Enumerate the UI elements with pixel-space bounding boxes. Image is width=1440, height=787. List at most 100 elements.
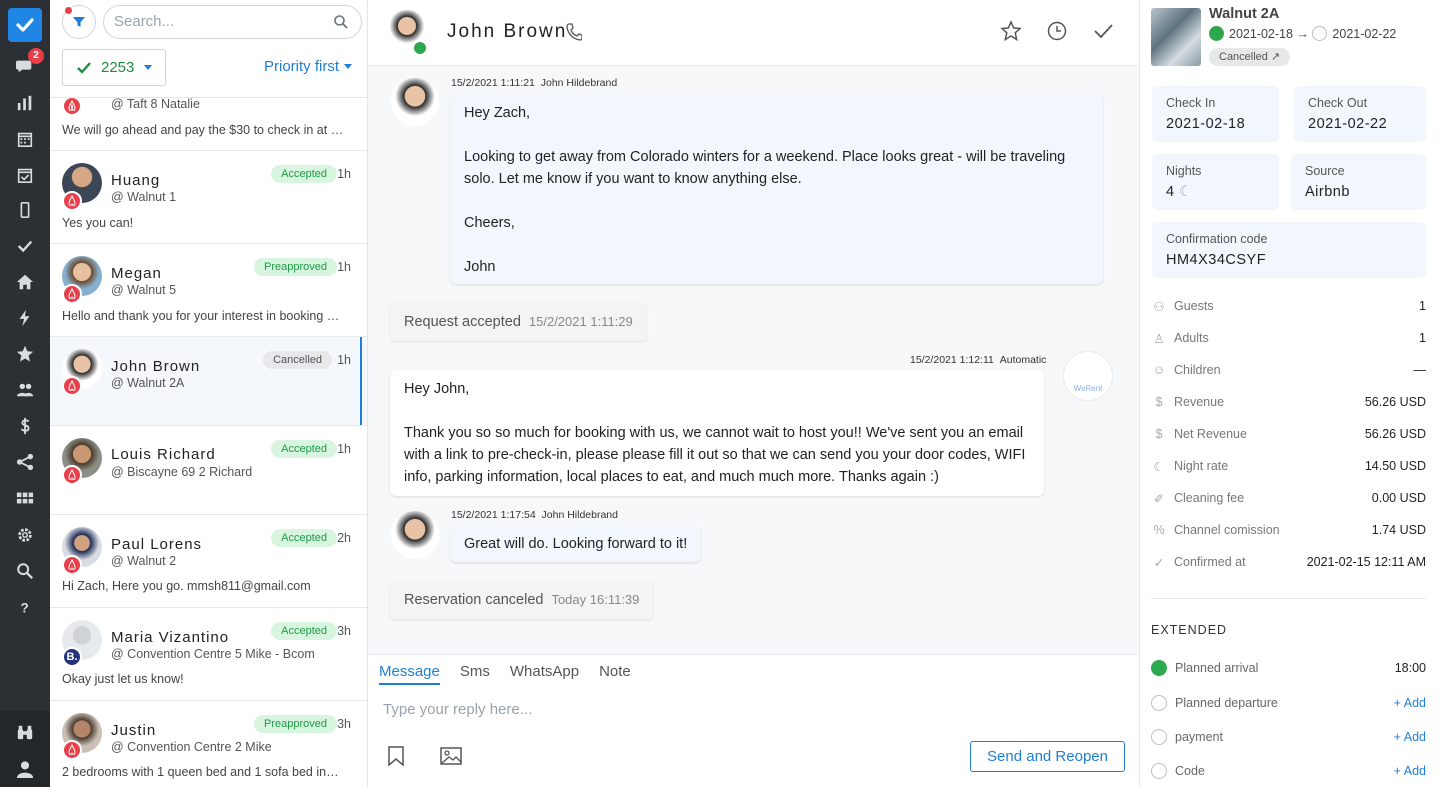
unread-badge: 2 bbox=[28, 48, 44, 64]
booking-icon: B. bbox=[62, 647, 82, 667]
conversation-time: 1h bbox=[337, 260, 351, 274]
conversation-property: @ Biscayne 69 2 Richard bbox=[111, 465, 253, 479]
filter-button[interactable] bbox=[62, 5, 96, 39]
extended-heading: EXTENDED bbox=[1151, 623, 1228, 637]
binoculars-icon[interactable] bbox=[0, 721, 50, 745]
conversation-time: 2h bbox=[337, 531, 351, 545]
app-logo[interactable] bbox=[8, 8, 42, 42]
tab-sms[interactable]: Sms bbox=[460, 663, 490, 685]
channel-tabs: Message Sms WhatsApp Note bbox=[379, 663, 631, 685]
svg-text:?: ? bbox=[21, 600, 29, 615]
conversation-property: @ Walnut 2A bbox=[111, 376, 185, 390]
status-count-dropdown[interactable]: 2253 bbox=[62, 49, 166, 86]
help-icon[interactable]: ? bbox=[0, 595, 50, 619]
detail-revenue: $ Revenue 56.26 USD bbox=[1151, 392, 1426, 412]
phone-icon[interactable] bbox=[0, 198, 50, 222]
bar-chart-icon[interactable] bbox=[0, 91, 50, 115]
extended-payment[interactable]: payment + Add bbox=[1151, 727, 1426, 747]
users-icon[interactable] bbox=[0, 378, 50, 402]
apps-icon[interactable] bbox=[0, 486, 50, 510]
phone-call-icon[interactable] bbox=[566, 23, 582, 41]
filter-indicator bbox=[65, 7, 72, 14]
conversation-name: Huang bbox=[111, 172, 161, 189]
conversation-item[interactable]: Justin @ Convention Centre 2 Mike Preapp… bbox=[50, 701, 367, 787]
conversation-item[interactable]: Louis Richard @ Biscayne 69 2 Richard Ac… bbox=[50, 426, 367, 515]
system-event: Reservation canceled Today 16:11:39 bbox=[390, 581, 654, 619]
filter-icon bbox=[73, 17, 85, 27]
check-icon[interactable] bbox=[0, 234, 50, 258]
extended-planned-arrival[interactable]: Planned arrival 18:00 bbox=[1151, 658, 1426, 678]
search-icon[interactable] bbox=[333, 14, 349, 30]
chevron-down-icon bbox=[344, 64, 352, 69]
moon-icon: ☾ bbox=[1179, 184, 1193, 200]
broom-icon: ✐ bbox=[1153, 491, 1165, 506]
status-badge: Preapproved bbox=[254, 258, 337, 276]
source-card: Source Airbnb bbox=[1291, 154, 1426, 210]
chat-icon[interactable]: 2 bbox=[0, 48, 50, 78]
calendar-check-icon[interactable] bbox=[0, 163, 50, 187]
dollar-icon: $ bbox=[1155, 395, 1163, 409]
composer: Message Sms WhatsApp Note Send and Reope… bbox=[368, 654, 1139, 787]
verified-icon bbox=[412, 40, 428, 56]
gear-icon[interactable] bbox=[0, 523, 50, 547]
tab-note[interactable]: Note bbox=[599, 663, 631, 685]
send-and-reopen-button[interactable]: Send and Reopen bbox=[970, 741, 1125, 772]
star-icon[interactable] bbox=[0, 342, 50, 366]
message-thread: 15/2/2021 1:11:21 John Hildebrand Hey Za… bbox=[368, 66, 1139, 654]
conversation-name: Maria Vizantino bbox=[111, 629, 230, 646]
property-name[interactable]: Walnut 2A bbox=[1209, 6, 1279, 22]
detail-cleaning-fee: ✐ Cleaning fee 0.00 USD bbox=[1151, 488, 1426, 508]
dollar-icon[interactable] bbox=[0, 414, 50, 438]
reservation-dates: 2021-02-18 → 2021-02-22 bbox=[1209, 26, 1396, 41]
extended-code[interactable]: Code + Add bbox=[1151, 761, 1426, 781]
sort-label: Priority first bbox=[264, 58, 339, 75]
conversation-preview: Okay just let us know! bbox=[62, 672, 184, 686]
conversation-item[interactable]: Paul Lorens @ Walnut 2 Accepted 2h Hi Za… bbox=[50, 515, 367, 608]
conversation-item[interactable]: Megan @ Walnut 5 Preapproved 1h Hello an… bbox=[50, 244, 367, 337]
calendar-icon[interactable] bbox=[0, 127, 50, 151]
conversation-item[interactable]: B. Maria Vizantino @ Convention Centre 5… bbox=[50, 608, 367, 701]
reservation-status-badge[interactable]: Cancelled ↗ bbox=[1209, 48, 1291, 66]
home-icon[interactable] bbox=[0, 270, 50, 294]
clock-icon[interactable] bbox=[1046, 20, 1068, 42]
divider bbox=[1151, 598, 1426, 599]
sort-dropdown[interactable]: Priority first bbox=[264, 58, 352, 75]
check-icon[interactable] bbox=[1092, 20, 1114, 42]
status-badge: Preapproved bbox=[254, 715, 337, 733]
tab-message[interactable]: Message bbox=[379, 663, 440, 685]
bolt-icon[interactable] bbox=[0, 306, 50, 330]
conversation-time: 3h bbox=[337, 717, 351, 731]
property-thumbnail[interactable] bbox=[1151, 8, 1201, 66]
star-icon[interactable] bbox=[1000, 20, 1022, 42]
message-meta: 15/2/2021 1:12:11 Automatic bbox=[910, 354, 1047, 366]
conversation-preview: We will go ahead and pay the $30 to chec… bbox=[62, 123, 344, 137]
conversation-item[interactable]: Huang @ Walnut 1 Accepted 1h Yes you can… bbox=[50, 151, 367, 244]
conversation-name: Paul Lorens bbox=[111, 536, 203, 553]
reply-input[interactable] bbox=[383, 701, 1123, 718]
user-icon[interactable] bbox=[0, 757, 50, 781]
image-icon[interactable] bbox=[440, 746, 462, 766]
detail-channel-commission: % Channel comission 1.74 USD bbox=[1151, 520, 1426, 540]
share-icon[interactable] bbox=[0, 450, 50, 474]
bookmark-icon[interactable] bbox=[387, 746, 405, 766]
check-out-card: Check Out 2021-02-22 bbox=[1294, 86, 1426, 142]
circle-icon bbox=[1151, 763, 1167, 779]
guest-avatar bbox=[391, 511, 439, 559]
detail-night-rate: ☾ Night rate 14.50 USD bbox=[1151, 456, 1426, 476]
guest-message: Great will do. Looking forward to it! bbox=[450, 526, 702, 562]
reservation-panel: Walnut 2A 2021-02-18 → 2021-02-22 Cancel… bbox=[1139, 0, 1440, 787]
conversation-item-active[interactable]: John Brown @ Walnut 2A Cancelled 1h bbox=[50, 337, 367, 426]
conversation-preview: 2 bedrooms with 1 queen bed and 1 sofa b… bbox=[62, 765, 344, 779]
detail-children: ☺ Children — bbox=[1152, 363, 1426, 377]
search-icon[interactable] bbox=[0, 559, 50, 583]
airbnb-icon bbox=[62, 465, 82, 485]
conversation-list: 2253 Priority first @ Taft 8 Natalie We … bbox=[50, 0, 368, 787]
conversation-time: 1h bbox=[337, 353, 351, 367]
search-input[interactable] bbox=[114, 13, 324, 30]
chat-pane: John Brown 15/2/2021 1:11:21 John Hildeb… bbox=[368, 0, 1139, 787]
airbnb-icon bbox=[62, 96, 82, 116]
conversation-count: 2253 bbox=[101, 59, 135, 76]
tab-whatsapp[interactable]: WhatsApp bbox=[510, 663, 579, 685]
conversation-name: Justin bbox=[111, 722, 157, 739]
extended-planned-departure[interactable]: Planned departure + Add bbox=[1151, 693, 1426, 713]
